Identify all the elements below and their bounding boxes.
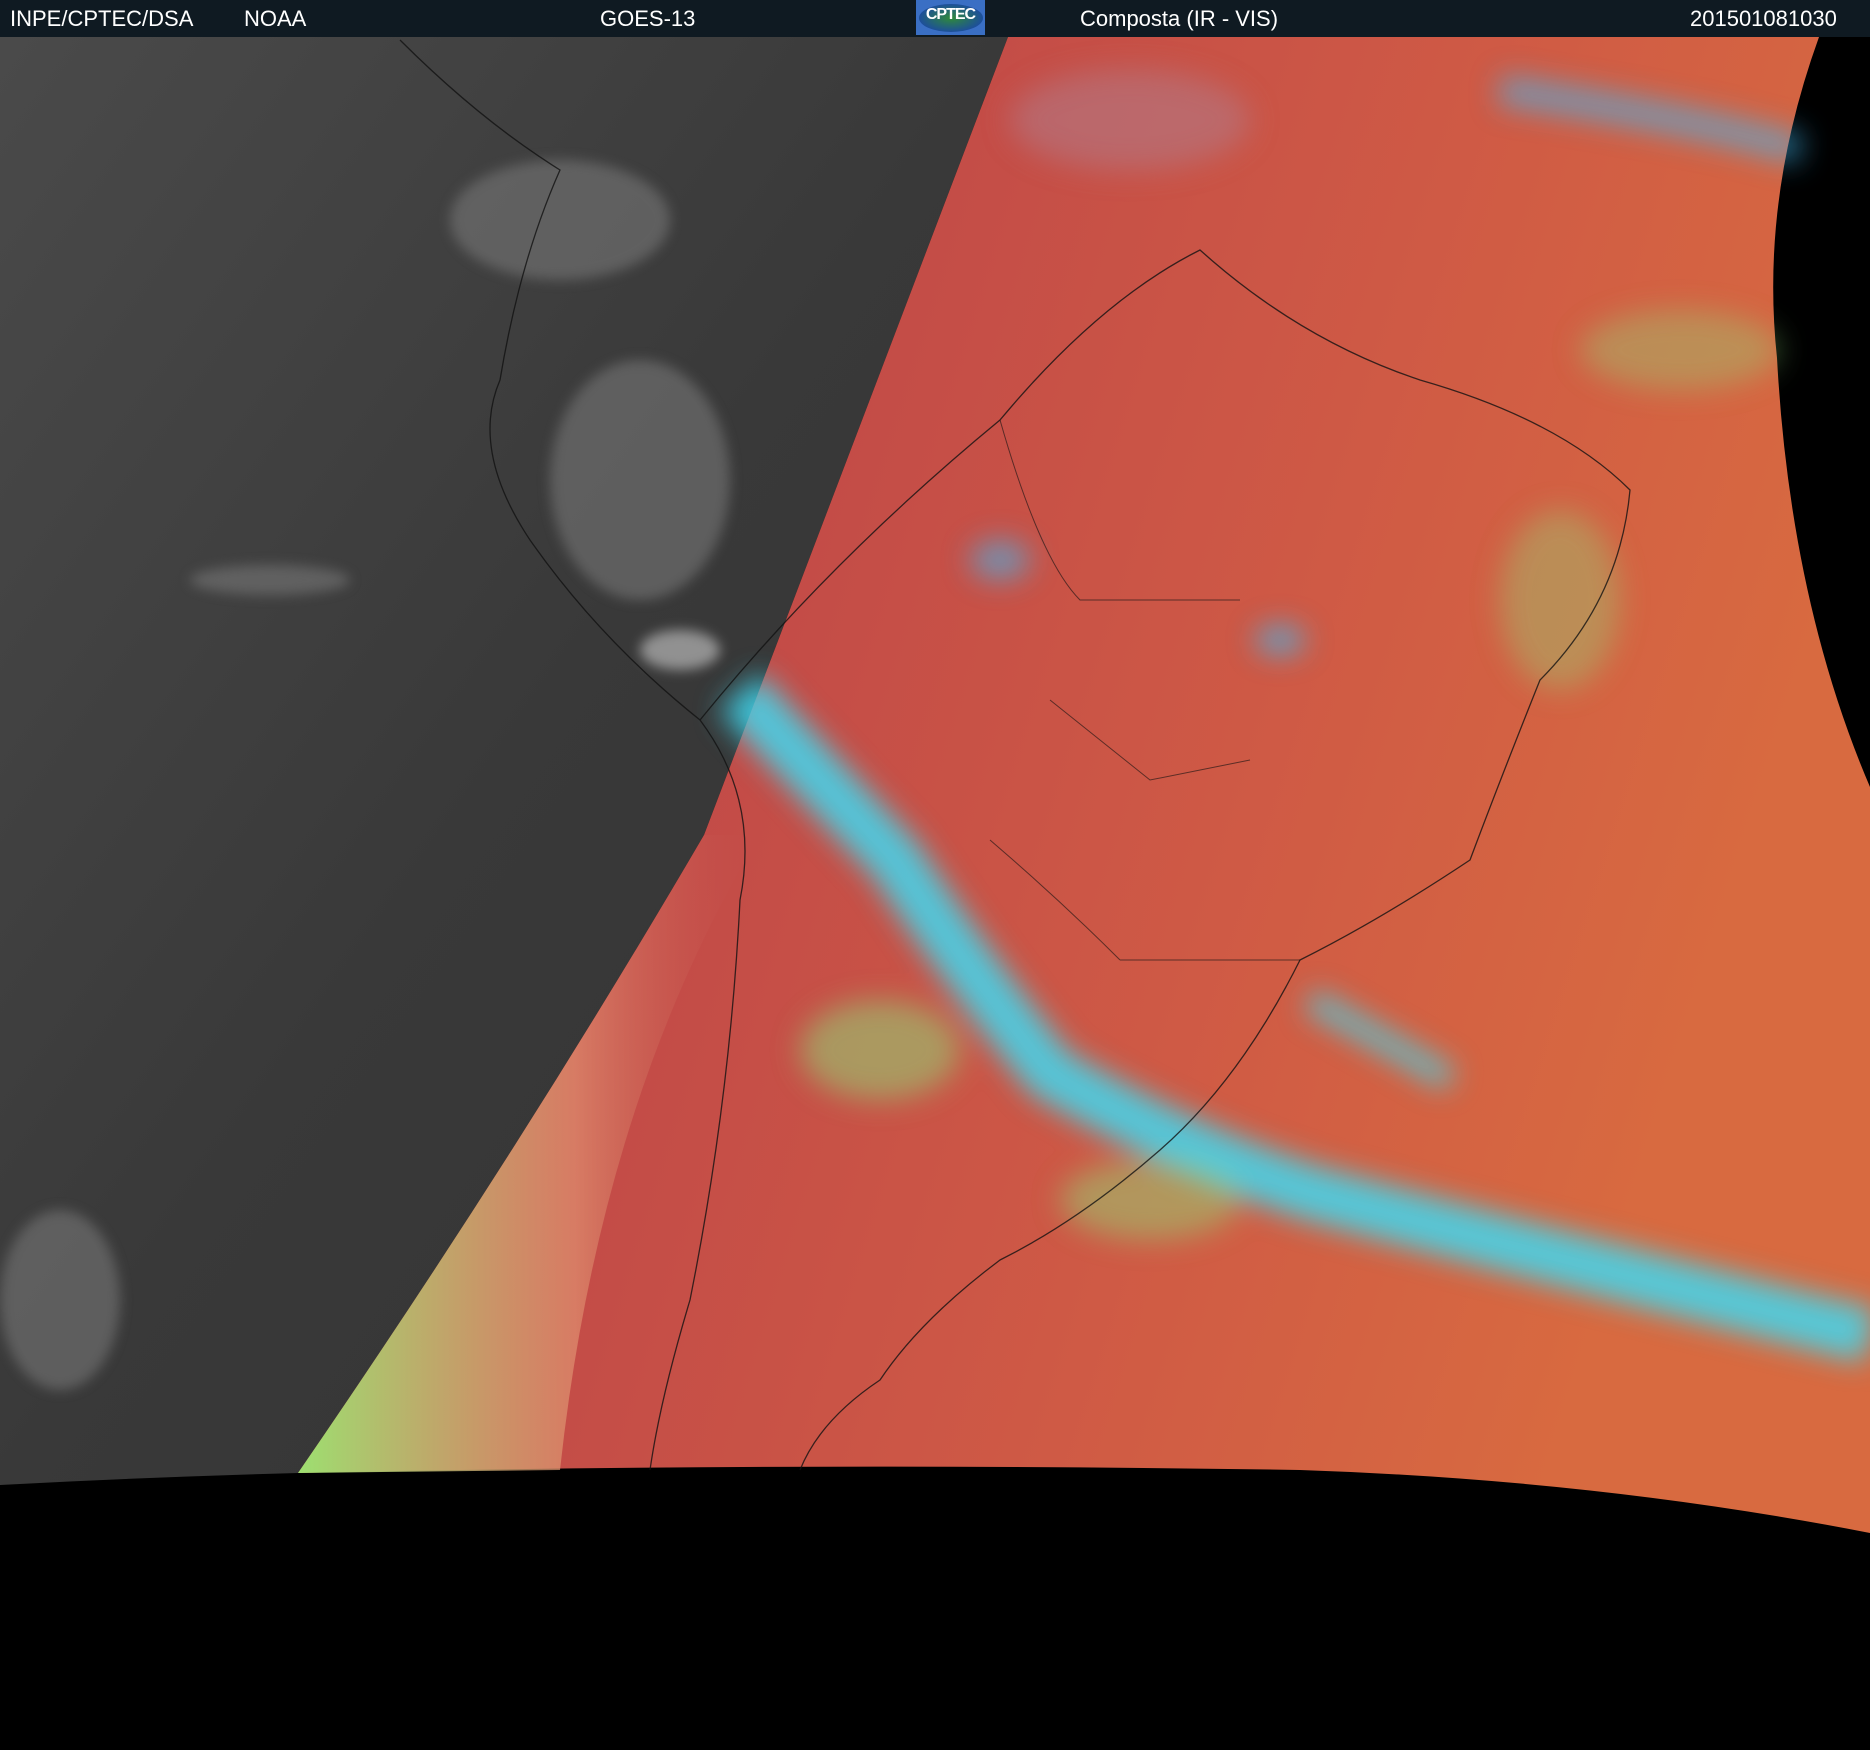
satellite-label: GOES-13 [600,6,696,31]
agency-label: INPE/CPTEC/DSA [10,6,194,31]
source-label: NOAA [244,6,307,31]
logo-text: CPTEC [925,6,976,23]
product-label: Composta (IR - VIS) [1080,6,1279,31]
globe-icon: CPTEC [918,3,983,32]
image-header: INPE/CPTEC/DSA NOAA GOES-13 CPTEC Compos… [0,0,1870,37]
cptec-logo: CPTEC [916,0,985,35]
timestamp-label: 201501081030 [1690,6,1837,31]
satellite-image [0,37,1870,1533]
